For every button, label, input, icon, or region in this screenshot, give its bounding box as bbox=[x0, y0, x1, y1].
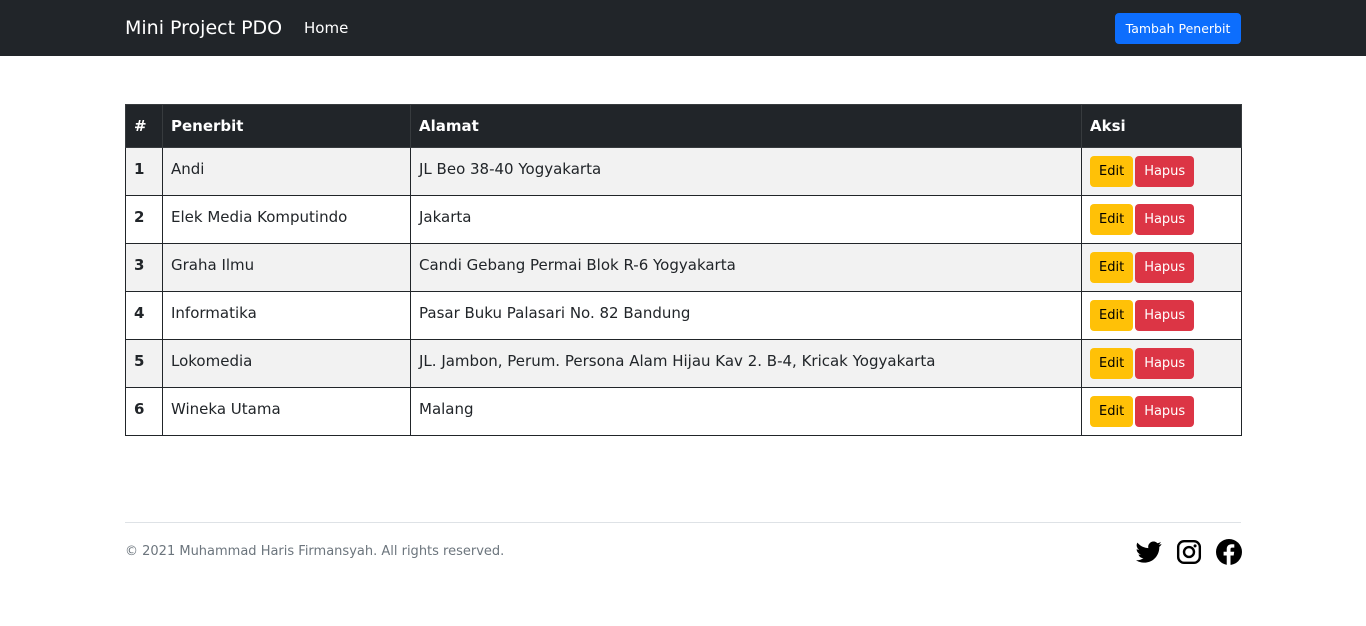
table-row: 1 Andi JL Beo 38-40 Yogyakarta Edit Hapus bbox=[125, 147, 1242, 196]
instagram-icon[interactable] bbox=[1176, 539, 1202, 565]
column-header-publisher: Penerbit bbox=[162, 104, 411, 148]
row-number: 3 bbox=[125, 243, 163, 292]
publisher-address: Malang bbox=[410, 387, 1082, 436]
row-number: 4 bbox=[125, 291, 163, 340]
table-header-row: # Penerbit Alamat Aksi bbox=[125, 104, 1242, 148]
publisher-address: JL Beo 38-40 Yogyakarta bbox=[410, 147, 1082, 196]
row-number: 6 bbox=[125, 387, 163, 436]
table-row: 2 Elek Media Komputindo Jakarta Edit Hapu… bbox=[125, 195, 1242, 244]
publisher-name: Wineka Utama bbox=[162, 387, 411, 436]
action-cell: Edit Hapus bbox=[1081, 387, 1242, 436]
delete-button[interactable]: Hapus bbox=[1135, 300, 1195, 331]
delete-button[interactable]: Hapus bbox=[1135, 204, 1195, 235]
edit-button[interactable]: Edit bbox=[1090, 396, 1134, 427]
publisher-address: Jakarta bbox=[410, 195, 1082, 244]
publisher-address: Pasar Buku Palasari No. 82 Bandung bbox=[410, 291, 1082, 340]
row-number: 1 bbox=[125, 147, 163, 196]
column-header-number: # bbox=[125, 104, 163, 148]
action-cell: Edit Hapus bbox=[1081, 291, 1242, 340]
edit-button[interactable]: Edit bbox=[1090, 300, 1134, 331]
edit-button[interactable]: Edit bbox=[1090, 156, 1134, 187]
action-cell: Edit Hapus bbox=[1081, 147, 1242, 196]
publisher-name: Elek Media Komputindo bbox=[162, 195, 411, 244]
footer-divider bbox=[125, 522, 1241, 523]
nav-link-home[interactable]: Home bbox=[304, 18, 348, 38]
row-number: 2 bbox=[125, 195, 163, 244]
table-row: 4 Informatika Pasar Buku Palasari No. 82… bbox=[125, 291, 1242, 340]
publisher-address: JL. Jambon, Perum. Persona Alam Hijau Ka… bbox=[410, 339, 1082, 388]
navbar: Mini Project PDO Home Tambah Penerbit bbox=[0, 0, 1366, 56]
delete-button[interactable]: Hapus bbox=[1135, 156, 1195, 187]
row-number: 5 bbox=[125, 339, 163, 388]
table-row: 5 Lokomedia JL. Jambon, Perum. Persona A… bbox=[125, 339, 1242, 388]
edit-button[interactable]: Edit bbox=[1090, 252, 1134, 283]
edit-button[interactable]: Edit bbox=[1090, 204, 1134, 235]
publisher-name: Lokomedia bbox=[162, 339, 411, 388]
column-header-action: Aksi bbox=[1081, 104, 1242, 148]
table-row: 3 Graha Ilmu Candi Gebang Permai Blok R-… bbox=[125, 243, 1242, 292]
action-cell: Edit Hapus bbox=[1081, 243, 1242, 292]
publisher-name: Graha Ilmu bbox=[162, 243, 411, 292]
publisher-table: # Penerbit Alamat Aksi 1 Andi JL Beo 38-… bbox=[125, 104, 1242, 436]
column-header-address: Alamat bbox=[410, 104, 1082, 148]
navbar-brand[interactable]: Mini Project PDO bbox=[125, 16, 282, 40]
action-cell: Edit Hapus bbox=[1081, 195, 1242, 244]
table-row: 6 Wineka Utama Malang Edit Hapus bbox=[125, 387, 1242, 436]
footer-copyright: © 2021 Muhammad Haris Firmansyah. All ri… bbox=[125, 544, 505, 559]
edit-button[interactable]: Edit bbox=[1090, 348, 1134, 379]
twitter-icon[interactable] bbox=[1136, 539, 1162, 565]
add-publisher-button[interactable]: Tambah Penerbit bbox=[1115, 13, 1241, 44]
delete-button[interactable]: Hapus bbox=[1135, 252, 1195, 283]
delete-button[interactable]: Hapus bbox=[1135, 348, 1195, 379]
publisher-address: Candi Gebang Permai Blok R-6 Yogyakarta bbox=[410, 243, 1082, 292]
delete-button[interactable]: Hapus bbox=[1135, 396, 1195, 427]
facebook-icon[interactable] bbox=[1216, 539, 1242, 565]
publisher-name: Informatika bbox=[162, 291, 411, 340]
action-cell: Edit Hapus bbox=[1081, 339, 1242, 388]
publisher-name: Andi bbox=[162, 147, 411, 196]
